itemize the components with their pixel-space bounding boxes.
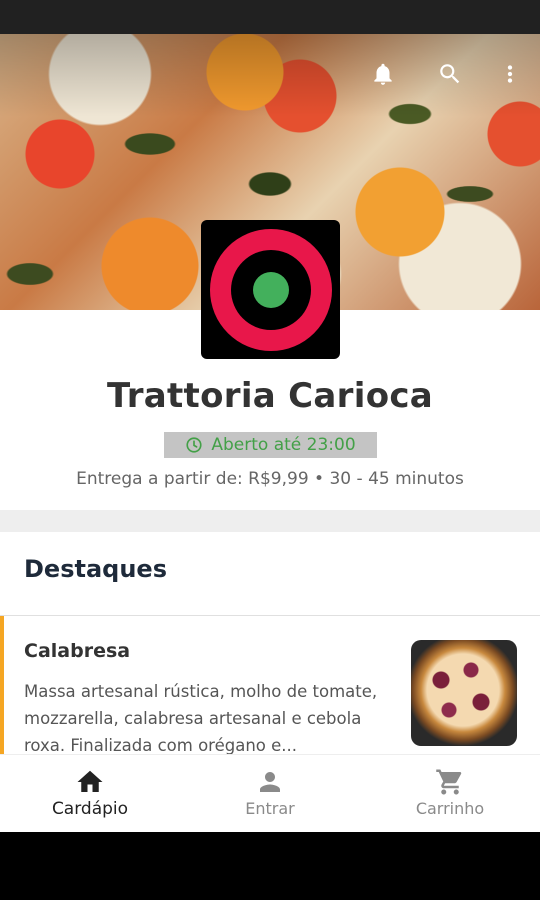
open-status-text: Aberto até 23:00 (211, 435, 356, 455)
cart-icon (436, 769, 462, 795)
bottom-navigation: Cardápio Entrar Carrinho (0, 754, 540, 832)
clock-icon (186, 437, 202, 453)
nav-item-label: Entrar (245, 799, 295, 818)
open-status-badge: Aberto até 23:00 (164, 432, 377, 458)
more-vert-icon[interactable] (496, 60, 524, 88)
bell-icon[interactable] (369, 60, 397, 88)
product-description: Massa artesanal rústica, molho de tomate… (24, 682, 378, 755)
system-nav-bar (0, 832, 540, 900)
nav-item-cardapio[interactable]: Cardápio (0, 755, 180, 832)
store-logo (201, 220, 340, 359)
nav-item-label: Carrinho (415, 799, 485, 818)
section-divider (0, 510, 540, 532)
section-title: Destaques (24, 555, 167, 583)
product-card[interactable]: Calabresa Massa artesanal rústica, molho… (0, 616, 540, 756)
logo-dot (252, 271, 289, 308)
status-bar (0, 0, 540, 34)
store-name: Trattoria Carioca (106, 376, 434, 416)
delivery-info: Entrega a partir de: R$9,99 • 30 - 45 mi… (76, 469, 464, 489)
product-image[interactable] (411, 640, 517, 746)
app-screen: Trattoria Carioca Aberto até 23:00 Entre… (0, 34, 540, 832)
search-icon[interactable] (436, 60, 464, 88)
person-icon (260, 772, 280, 792)
nav-item-label: Cardápio (51, 799, 129, 819)
product-accent-bar (0, 616, 4, 756)
home-icon (77, 770, 103, 792)
logo-ring (209, 228, 332, 351)
nav-item-entrar[interactable]: Entrar (180, 755, 360, 832)
product-name: Calabresa (24, 640, 131, 662)
nav-item-carrinho[interactable]: Carrinho (360, 755, 540, 832)
